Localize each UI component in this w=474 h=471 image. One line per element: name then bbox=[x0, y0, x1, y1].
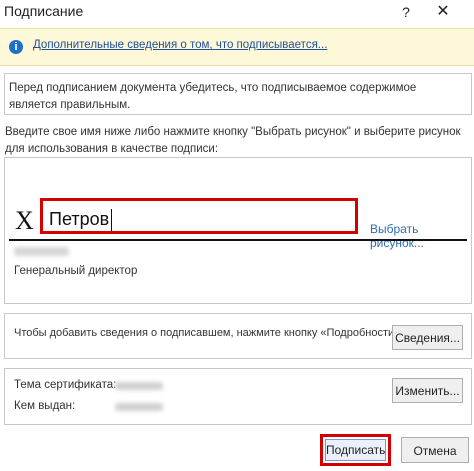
select-image-link[interactable]: Выбрать рисунок... bbox=[370, 222, 471, 250]
signer-name-input[interactable]: Петров bbox=[40, 198, 358, 234]
dialog-title: Подписание bbox=[4, 3, 84, 19]
signer-name-value: Петров bbox=[49, 209, 110, 229]
certificate-issuer-label: Кем выдан: bbox=[14, 400, 76, 412]
notice-text: Перед подписанием документа убедитесь, ч… bbox=[9, 82, 417, 111]
notice-box: Перед подписанием документа убедитесь, ч… bbox=[4, 73, 472, 115]
info-bar: i Дополнительные сведения о том, что под… bbox=[0, 28, 474, 66]
details-button[interactable]: Сведения... bbox=[392, 325, 463, 350]
details-box: Чтобы добавить сведения о подписавшем, н… bbox=[4, 313, 472, 359]
blurred-certificate-subject bbox=[115, 382, 163, 390]
blurred-certificate-issuer bbox=[115, 403, 163, 411]
certificate-subject-label: Тема сертификата: bbox=[14, 379, 117, 391]
signature-line bbox=[9, 239, 467, 241]
details-text: Чтобы добавить сведения о подписавшем, н… bbox=[14, 327, 404, 339]
help-button[interactable]: ? bbox=[397, 2, 415, 22]
cancel-button[interactable]: Отмена bbox=[401, 437, 469, 463]
blurred-signer-name bbox=[14, 247, 69, 256]
certificate-box: Тема сертификата: Кем выдан: Изменить... bbox=[4, 368, 472, 425]
change-certificate-button[interactable]: Изменить... bbox=[392, 378, 463, 403]
more-info-link[interactable]: Дополнительные сведения о том, что подпи… bbox=[33, 39, 327, 51]
info-icon: i bbox=[9, 40, 23, 54]
signature-prompt: Введите свое имя ниже либо нажмите кнопк… bbox=[5, 126, 461, 155]
close-button[interactable]: ✕ bbox=[433, 2, 453, 22]
signature-x-mark: X bbox=[15, 206, 34, 235]
signature-area: X Петров Выбрать рисунок... Генеральный … bbox=[4, 157, 472, 304]
signer-title: Генеральный директор bbox=[14, 265, 138, 277]
title-bar: Подписание ? ✕ bbox=[0, 0, 474, 27]
sign-button[interactable]: Подписать bbox=[320, 434, 391, 466]
text-caret bbox=[111, 209, 113, 232]
sign-button-label: Подписать bbox=[325, 439, 386, 461]
